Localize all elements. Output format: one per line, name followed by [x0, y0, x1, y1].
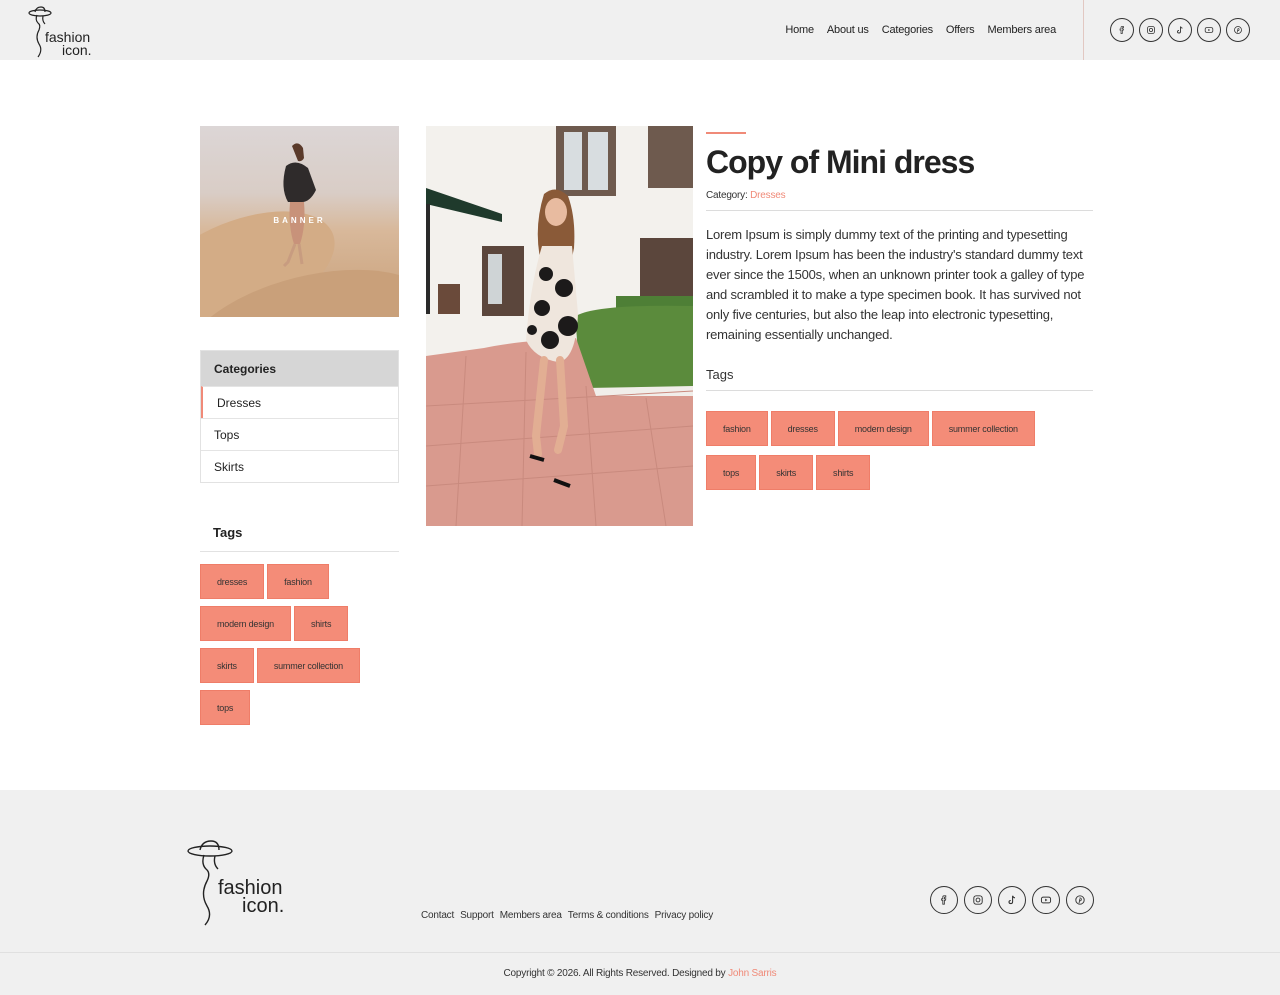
tiktok-icon[interactable]: [998, 886, 1026, 914]
tag-fashion[interactable]: fashion: [267, 564, 329, 599]
youtube-icon[interactable]: [1197, 18, 1221, 42]
copyright-text: Copyright © 2026. All Rights Reserved. D…: [503, 968, 726, 979]
product-tag-skirts[interactable]: skirts: [759, 455, 814, 490]
sidebar-banner[interactable]: BANNER: [200, 126, 399, 317]
site-header: fashion icon. Home About us Categories O…: [0, 0, 1280, 60]
pinterest-icon[interactable]: [1226, 18, 1250, 42]
banner-label: BANNER: [273, 216, 326, 225]
facebook-icon[interactable]: [1110, 18, 1134, 42]
footer-logo-text-line2: icon.: [242, 895, 285, 917]
tag-summer-collection[interactable]: summer collection: [256, 648, 360, 683]
product-tag-fashion[interactable]: fashion: [706, 411, 768, 446]
instagram-icon[interactable]: [964, 886, 992, 914]
category-item-dresses[interactable]: Dresses: [201, 386, 398, 418]
category-link[interactable]: Dresses: [750, 190, 785, 201]
product-tag-dresses[interactable]: dresses: [770, 411, 835, 446]
sidebar-tag-cloud: dresses fashion modern design shirts ski…: [200, 564, 370, 725]
footer-logo[interactable]: fashion icon.: [186, 838, 296, 926]
youtube-icon[interactable]: [1032, 886, 1060, 914]
nav-categories[interactable]: Categories: [882, 24, 933, 36]
category-item-tops[interactable]: Tops: [201, 418, 398, 450]
footer-link-members-area[interactable]: Members area: [500, 910, 562, 921]
facebook-icon[interactable]: [930, 886, 958, 914]
header-social-links: [1110, 18, 1250, 42]
footer-link-support[interactable]: Support: [460, 910, 494, 921]
tag-shirts[interactable]: shirts: [293, 606, 349, 641]
sidebar-tags-title: Tags: [213, 525, 243, 540]
tag-modern-design[interactable]: modern design: [200, 606, 291, 641]
product-tag-modern-design[interactable]: modern design: [837, 411, 929, 446]
logo-text-line2: icon.: [62, 42, 92, 58]
footer-divider: [0, 952, 1280, 953]
title-divider: [706, 210, 1093, 211]
nav-home[interactable]: Home: [785, 24, 814, 36]
header-divider: [1083, 0, 1084, 60]
instagram-icon[interactable]: [1139, 18, 1163, 42]
product-tags-label: Tags: [706, 367, 734, 382]
footer-nav: Contact Support Members area Terms & con…: [421, 910, 713, 921]
product-description: Lorem Ipsum is simply dummy text of the …: [706, 227, 1085, 342]
product-image[interactable]: [426, 126, 693, 526]
nav-members-area[interactable]: Members area: [987, 24, 1056, 36]
tag-dresses[interactable]: dresses: [200, 564, 265, 599]
title-accent-line: [706, 132, 746, 134]
tiktok-icon[interactable]: [1168, 18, 1192, 42]
tags-divider: [706, 390, 1093, 391]
sidebar-tags-divider: [200, 551, 399, 552]
product-tag-shirts[interactable]: shirts: [816, 455, 871, 490]
categories-title: Categories: [201, 351, 398, 386]
product-category: Category: Dresses: [706, 190, 786, 201]
category-item-skirts[interactable]: Skirts: [201, 450, 398, 482]
footer-social-links: [930, 886, 1094, 914]
nav-about-us[interactable]: About us: [827, 24, 869, 36]
footer-link-terms[interactable]: Terms & conditions: [568, 910, 649, 921]
tag-skirts[interactable]: skirts: [200, 648, 254, 683]
categories-widget: Categories Dresses Tops Skirts: [200, 350, 399, 483]
nav-offers[interactable]: Offers: [946, 24, 975, 36]
main-nav: Home About us Categories Offers Members …: [785, 24, 1056, 36]
product-tag-summer-collection[interactable]: summer collection: [931, 411, 1035, 446]
designer-link[interactable]: John Sarris: [728, 968, 777, 979]
product-title: Copy of Mini dress: [706, 144, 975, 180]
product-tag-list: fashion dresses modern design summer col…: [706, 411, 1066, 490]
site-logo[interactable]: fashion icon.: [24, 4, 96, 58]
footer-link-contact[interactable]: Contact: [421, 910, 454, 921]
footer-link-privacy[interactable]: Privacy policy: [655, 910, 714, 921]
pinterest-icon[interactable]: [1066, 886, 1094, 914]
product-tag-tops[interactable]: tops: [706, 455, 757, 490]
product-photo: [426, 126, 693, 526]
copyright: Copyright © 2026. All Rights Reserved. D…: [0, 968, 1280, 979]
tag-tops[interactable]: tops: [200, 690, 251, 725]
category-label: Category:: [706, 190, 748, 201]
